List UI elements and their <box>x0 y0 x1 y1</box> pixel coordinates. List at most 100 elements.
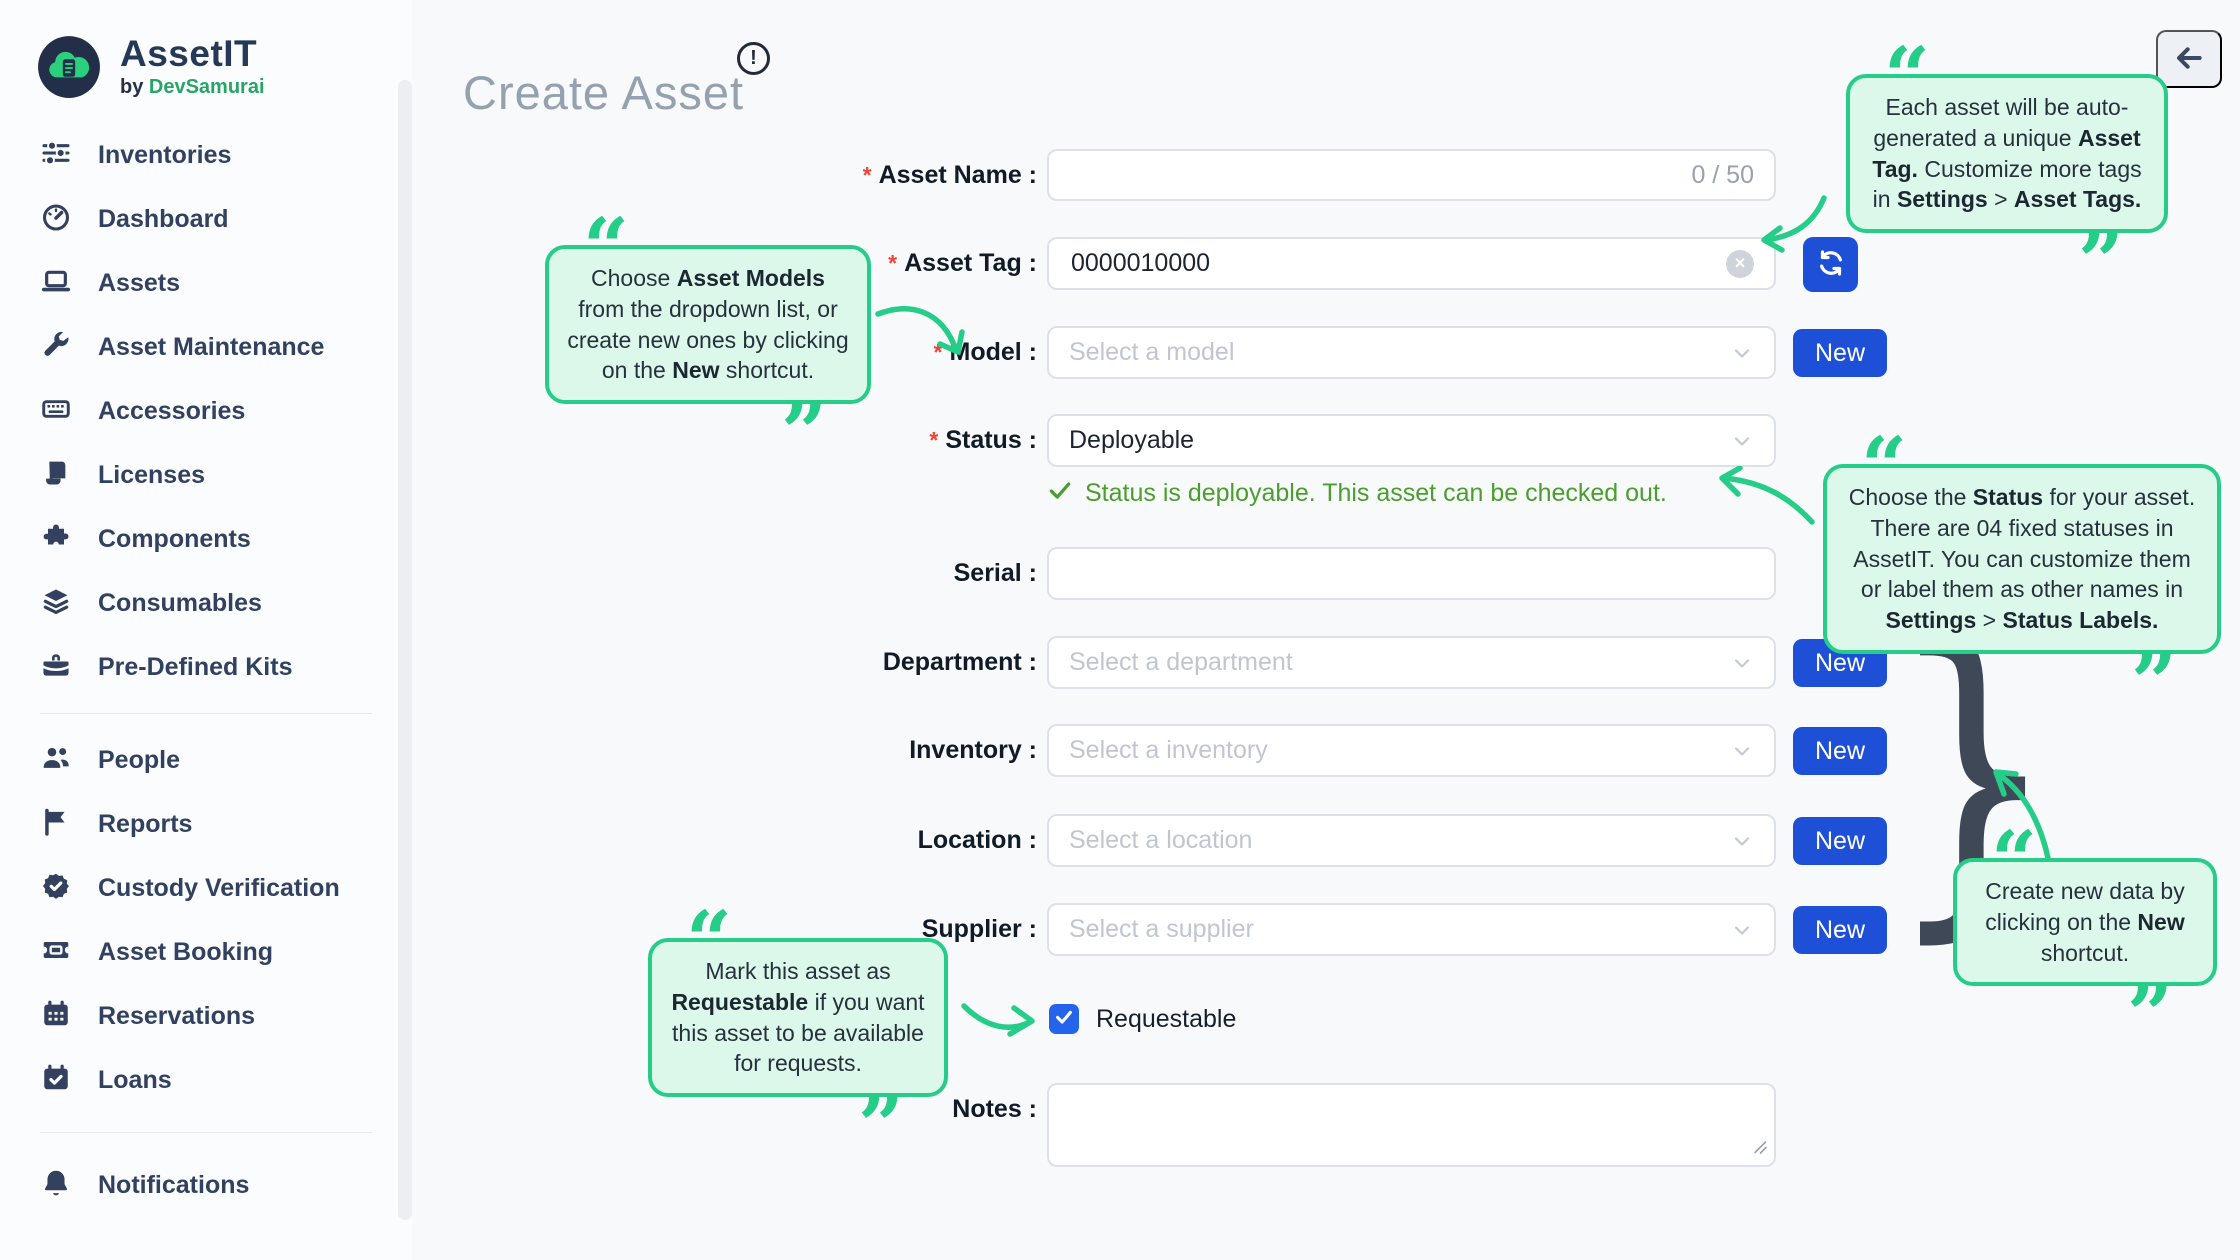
tooltip-text: > <box>1988 186 2014 212</box>
status-success-message: Status is deployable. This asset can be … <box>1047 477 1667 510</box>
required-mark: * <box>888 250 897 276</box>
sidebar-item-dashboard[interactable]: Dashboard <box>40 187 372 251</box>
new-location-button[interactable]: New <box>1793 817 1887 865</box>
asset-name-field[interactable] <box>1069 160 1691 191</box>
serial-field[interactable] <box>1069 558 1754 589</box>
back-button[interactable] <box>2156 30 2222 88</box>
asset-name-input[interactable]: 0 / 50 <box>1047 149 1776 201</box>
label-text: Location : <box>918 826 1037 854</box>
location-select[interactable]: Select a location <box>1047 814 1776 867</box>
tooltip-text-bold: Settings <box>1897 186 1988 212</box>
sidebar-item-label: Custody Verification <box>98 874 340 903</box>
select-placeholder: Select a inventory <box>1069 736 1268 765</box>
sidebar-item-label: Notifications <box>98 1171 249 1200</box>
requestable-label[interactable]: Requestable <box>1096 1004 1236 1035</box>
sidebar-item-label: Consumables <box>98 589 262 618</box>
label-text: Status : <box>945 426 1037 454</box>
tooltip-text-bold: Asset Models <box>677 265 825 291</box>
new-inventory-button[interactable]: New <box>1793 727 1887 775</box>
sidebar-item-loans[interactable]: Loans <box>40 1048 372 1112</box>
sidebar-item-asset-booking[interactable]: Asset Booking <box>40 920 372 984</box>
app-root: AssetIT by DevSamurai Inventories Dashbo… <box>0 0 2240 1260</box>
arrow-to-status-message-icon <box>1710 466 1820 530</box>
app-name: AssetIT <box>120 35 265 74</box>
sidebar-item-custody-verification[interactable]: Custody Verification <box>40 856 372 920</box>
sidebar-item-people[interactable]: People <box>40 728 372 792</box>
chevron-down-icon <box>1730 918 1754 942</box>
model-select[interactable]: Select a model <box>1047 326 1776 379</box>
label-text: Department : <box>883 648 1037 676</box>
sidebar-item-label: Inventories <box>98 141 231 170</box>
brand[interactable]: AssetIT by DevSamurai <box>36 34 265 100</box>
sidebar-item-inventories[interactable]: Inventories <box>40 123 372 187</box>
sidebar-item-label: Asset Maintenance <box>98 333 324 362</box>
notes-textarea[interactable] <box>1047 1083 1776 1167</box>
required-mark: * <box>863 162 872 188</box>
status-select[interactable]: Deployable <box>1047 414 1776 467</box>
new-supplier-button[interactable]: New <box>1793 906 1887 954</box>
tooltip-text-bold: Status <box>1973 484 2043 510</box>
asset-tag-field[interactable] <box>1069 248 1726 279</box>
sidebar-item-asset-maintenance[interactable]: Asset Maintenance <box>40 315 372 379</box>
chevron-down-icon <box>1730 341 1754 365</box>
sidebar-item-notifications[interactable]: Notifications <box>40 1153 372 1217</box>
sidebar-item-reports[interactable]: Reports <box>40 792 372 856</box>
select-placeholder: Select a location <box>1069 826 1252 855</box>
sidebar-item-consumables[interactable]: Consumables <box>40 571 372 635</box>
inventory-select[interactable]: Select a inventory <box>1047 724 1776 777</box>
sidebar-item-label: Asset Booking <box>98 938 273 967</box>
requestable-checkbox[interactable] <box>1049 1004 1079 1034</box>
select-value: Deployable <box>1069 426 1194 455</box>
department-select[interactable]: Select a department <box>1047 636 1776 689</box>
tooltip-status: “ Choose the Status for your asset. Ther… <box>1823 464 2221 654</box>
sidebar-item-label: People <box>98 746 180 775</box>
sidebar-menu: Inventories Dashboard Assets Asset Maint… <box>40 123 372 1217</box>
resize-handle-icon[interactable] <box>1752 1139 1768 1160</box>
label-text: Inventory : <box>909 736 1037 764</box>
chevron-down-icon <box>1730 429 1754 453</box>
tooltip-text-bold: Status Labels. <box>2003 607 2159 633</box>
sidebar-item-label: Reservations <box>98 1002 255 1031</box>
sidebar: AssetIT by DevSamurai Inventories Dashbo… <box>0 0 412 1260</box>
calendar-icon <box>40 998 72 1035</box>
tooltip-text: shortcut. <box>2041 940 2129 966</box>
sidebar-item-label: Components <box>98 525 251 554</box>
laptop-icon <box>40 265 72 302</box>
arrow-left-icon <box>2173 42 2205 77</box>
sidebar-divider <box>40 1132 372 1133</box>
arrow-to-brace-icon <box>1984 764 2060 864</box>
sidebar-item-pre-defined-kits[interactable]: Pre-Defined Kits <box>40 635 372 699</box>
sidebar-item-accessories[interactable]: Accessories <box>40 379 372 443</box>
arrow-to-asset-tag-icon <box>1752 192 1832 256</box>
label-text: Asset Name : <box>879 161 1037 189</box>
asset-tag-input[interactable]: × <box>1047 237 1776 290</box>
sidebar-item-label: Accessories <box>98 397 245 426</box>
chevron-down-icon <box>1730 739 1754 763</box>
gauge-icon <box>40 201 72 238</box>
layers-icon <box>40 585 72 622</box>
sidebar-item-label: Pre-Defined Kits <box>98 653 292 682</box>
info-icon[interactable]: ! <box>737 42 770 75</box>
close-quote-icon: ” <box>2131 642 2177 722</box>
tooltip-text-bold: New <box>672 357 719 383</box>
tooltip-requestable: “ Mark this asset as Requestable if you … <box>648 938 948 1097</box>
label-text: Supplier : <box>922 915 1037 943</box>
location-label: Location : <box>600 814 1037 867</box>
status-label: *Status : <box>600 414 1037 467</box>
wrench-icon <box>40 329 72 366</box>
sidebar-item-assets[interactable]: Assets <box>40 251 372 315</box>
sidebar-scrollbar[interactable] <box>398 80 412 1220</box>
tooltip-text-bold: New <box>2137 909 2184 935</box>
arrow-to-requestable-icon <box>958 998 1042 1042</box>
sidebar-item-licenses[interactable]: Licenses <box>40 443 372 507</box>
sidebar-item-label: Dashboard <box>98 205 229 234</box>
sidebar-item-components[interactable]: Components <box>40 507 372 571</box>
serial-input[interactable] <box>1047 547 1776 600</box>
app-logo-icon <box>36 34 102 100</box>
clear-icon[interactable]: × <box>1726 250 1754 278</box>
sidebar-item-label: Loans <box>98 1066 172 1095</box>
new-model-button[interactable]: New <box>1793 329 1887 377</box>
supplier-select[interactable]: Select a supplier <box>1047 903 1776 956</box>
sidebar-item-label: Reports <box>98 810 192 839</box>
sidebar-item-reservations[interactable]: Reservations <box>40 984 372 1048</box>
